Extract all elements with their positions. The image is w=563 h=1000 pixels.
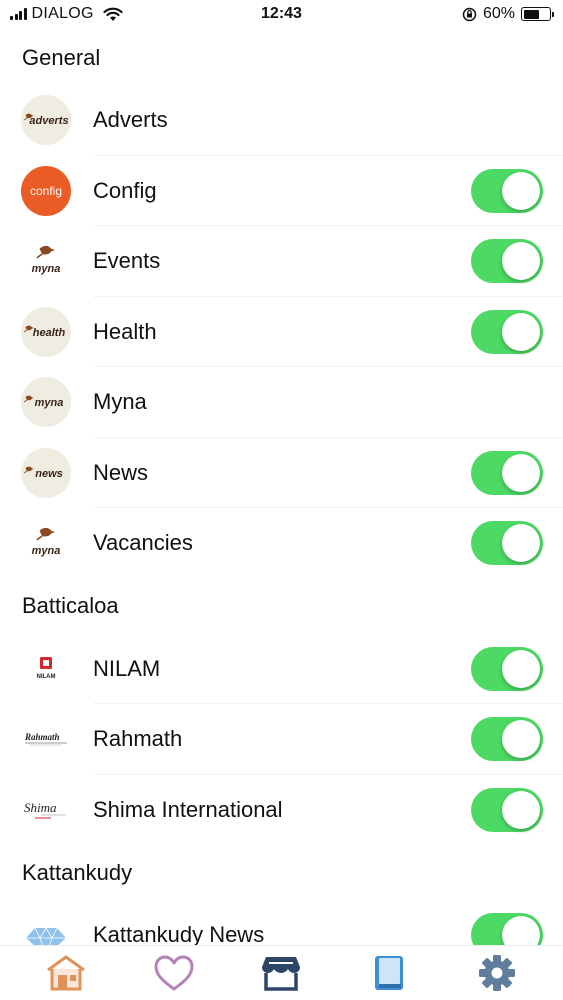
svg-text:myna: myna — [35, 397, 64, 409]
svg-text:Rahmath: Rahmath — [24, 732, 60, 742]
section-group: adverts Adverts config Config myna Events heal… — [0, 85, 563, 579]
book-icon — [375, 956, 404, 990]
list-item[interactable]: news News — [0, 438, 563, 509]
myna-bird-logo: myna — [21, 518, 71, 569]
notification-toggle[interactable] — [471, 521, 543, 566]
notification-toggle[interactable] — [471, 309, 543, 354]
svg-text:adverts: adverts — [29, 115, 68, 127]
tab-bar — [0, 945, 563, 1000]
svg-text:Shima: Shima — [24, 800, 57, 815]
list-item[interactable]: health Health — [0, 297, 563, 368]
section-group: NILAM NILAM Rahmath Rahmath Shima Shima Inter… — [0, 634, 563, 846]
tab-store[interactable] — [251, 948, 311, 998]
toggle-knob — [502, 242, 540, 281]
svg-text:health: health — [33, 327, 66, 339]
config-logo: config — [21, 165, 71, 216]
battery-fill — [523, 9, 539, 19]
section-header: Kattankudy — [22, 859, 133, 885]
list-item[interactable]: config Config — [0, 156, 563, 227]
status-right: 60% — [462, 5, 554, 23]
toggle-knob — [502, 790, 540, 829]
rotation-lock-icon — [462, 7, 477, 21]
nilam-logo: NILAM — [21, 643, 71, 694]
myna-logo: myna — [21, 377, 71, 428]
subscription-list[interactable]: General adverts Adverts config Config myna Eve… — [0, 30, 563, 945]
list-item-label: Adverts — [93, 107, 168, 133]
toggle-knob — [502, 916, 540, 945]
notification-toggle[interactable] — [471, 787, 543, 832]
svg-text:config: config — [30, 184, 62, 198]
myna-bird-logo: myna — [21, 236, 71, 287]
list-item[interactable]: NILAM NILAM — [0, 634, 563, 705]
list-item[interactable]: myna Vacancies — [0, 508, 563, 579]
list-item[interactable]: Kattankudy News — [0, 900, 563, 945]
toggle-knob — [502, 312, 540, 351]
notification-toggle[interactable] — [471, 168, 543, 213]
notification-toggle[interactable] — [471, 239, 543, 284]
list-item[interactable]: myna Myna — [0, 367, 563, 438]
status-bar: DIALOG 12:43 60% — [0, 0, 563, 30]
section-header: General — [22, 44, 101, 70]
shima-logo: Shima — [21, 784, 71, 835]
news-logo: news — [21, 447, 71, 498]
svg-text:myna: myna — [32, 263, 61, 275]
rahmath-logo: Rahmath — [21, 714, 71, 765]
toggle-knob — [502, 720, 540, 759]
notification-toggle[interactable] — [471, 717, 543, 762]
toggle-knob — [502, 649, 540, 688]
store-icon — [262, 957, 301, 991]
tab-home[interactable] — [36, 948, 96, 998]
list-item[interactable]: Rahmath Rahmath — [0, 704, 563, 775]
svg-text:myna: myna — [32, 545, 61, 557]
list-item[interactable]: Shima Shima International — [0, 775, 563, 846]
diamond-logo — [21, 910, 71, 945]
list-item[interactable]: adverts Adverts — [0, 85, 563, 156]
tab-library[interactable] — [359, 948, 419, 998]
list-item[interactable]: myna Events — [0, 226, 563, 297]
notification-toggle[interactable] — [471, 450, 543, 495]
home-icon — [47, 955, 85, 991]
adverts-logo: adverts — [21, 95, 71, 146]
gear-icon — [479, 955, 516, 991]
svg-text:news: news — [35, 468, 63, 480]
health-logo: health — [21, 306, 71, 357]
toggle-knob — [502, 453, 540, 492]
section-group: Kattankudy News — [0, 900, 563, 945]
notification-toggle[interactable] — [471, 646, 543, 691]
notification-toggle[interactable] — [471, 913, 543, 945]
list-item-label: Myna — [93, 389, 147, 415]
toggle-knob — [502, 524, 540, 563]
svg-text:NILAM: NILAM — [37, 674, 56, 680]
tab-settings[interactable] — [467, 948, 527, 998]
toggle-knob — [502, 171, 540, 210]
battery-icon — [521, 7, 554, 21]
battery-percent: 60% — [482, 5, 515, 22]
tab-favorites[interactable] — [144, 948, 204, 998]
section-header: Batticaloa — [22, 593, 119, 618]
heart-icon — [154, 955, 194, 991]
